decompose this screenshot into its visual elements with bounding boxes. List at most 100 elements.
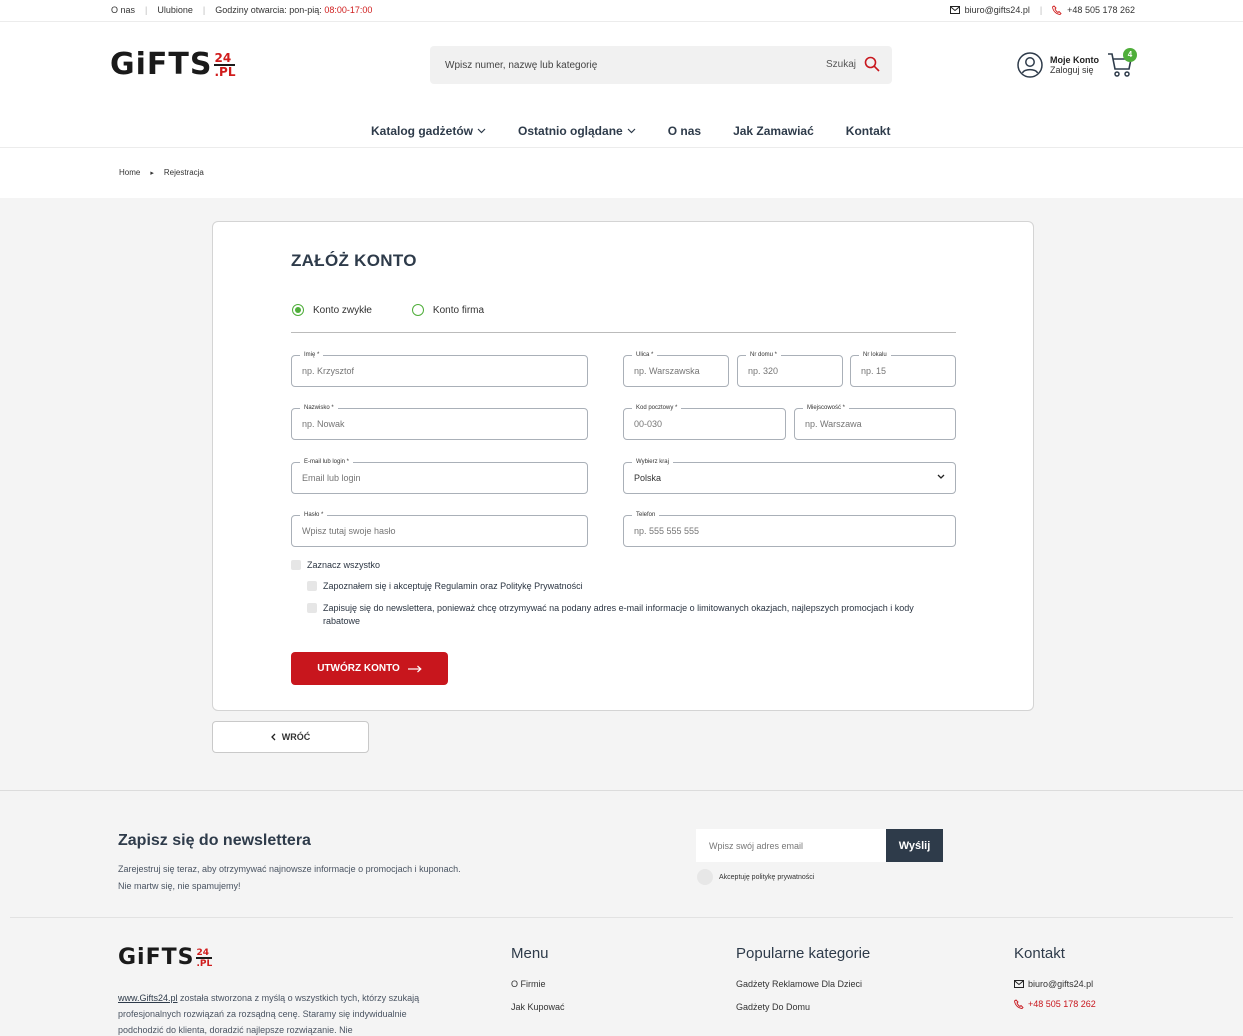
- footer-phone-link[interactable]: +48 505 178 262: [1014, 999, 1096, 1009]
- newsletter-form: Wyślij: [696, 829, 943, 862]
- account-type-selector: Konto zwykłe Konto firma: [292, 304, 524, 316]
- newsletter-checkbox[interactable]: Zapisuję się do newslettera, ponieważ ch…: [307, 602, 927, 628]
- radio-personal-account[interactable]: Konto zwykłe: [292, 304, 372, 316]
- cart-button[interactable]: 4: [1107, 48, 1137, 83]
- password-field: Hasło *: [291, 510, 588, 547]
- footer-contact: Kontakt biuro@gifts24.pl +48 505 178 262: [1014, 945, 1096, 1022]
- nav-item-catalog[interactable]: Katalog gadżetów: [371, 124, 486, 138]
- breadcrumb-home[interactable]: Home: [119, 168, 140, 177]
- newsletter-description: Zarejestruj się teraz, aby otrzymywać na…: [118, 864, 461, 891]
- email-input[interactable]: [302, 463, 553, 493]
- footer-about-link[interactable]: www.Gifts24.pl: [118, 993, 178, 1003]
- first-name-input[interactable]: [302, 356, 553, 386]
- opening-hours-label: Godziny otwarcia: pon-pią:: [215, 5, 322, 15]
- radio-dot: [292, 304, 304, 316]
- checkbox-label: Zapisuję się do newslettera, ponieważ ch…: [323, 603, 914, 626]
- chevron-left-icon: [270, 733, 276, 741]
- user-icon: [1017, 52, 1043, 78]
- site-logo[interactable]: GiFTS 24 .PL: [110, 50, 236, 80]
- page-title: ZAŁÓŻ KONTO: [291, 251, 417, 270]
- nav-item-contact[interactable]: Kontakt: [846, 124, 891, 138]
- back-label: WRÓĆ: [281, 732, 311, 742]
- create-account-button[interactable]: UTWÓRZ KONTO: [291, 652, 448, 685]
- footer-menu-title: Menu: [511, 945, 549, 962]
- main-navigation: Katalog gadżetów Ostatnio oglądane O nas…: [0, 116, 1243, 148]
- top-bar: O nas | Ulubione | Godziny otwarcia: pon…: [0, 0, 1243, 22]
- top-link-favorites[interactable]: Ulubione: [157, 5, 193, 15]
- divider: [10, 917, 1233, 918]
- register-form-card: ZAŁÓŻ KONTO Konto zwykłe Konto firma Imi…: [212, 221, 1034, 711]
- password-input[interactable]: [302, 516, 553, 546]
- account-link[interactable]: Moje Konto Zaloguj się: [1017, 52, 1099, 78]
- check-all-checkbox[interactable]: Zaznacz wszystko: [291, 559, 380, 572]
- chevron-down-icon: [477, 128, 486, 134]
- terms-checkbox[interactable]: Zapoznałem się i akceptuję Regulamin ora…: [307, 580, 583, 593]
- newsletter-title: Zapisz się do newslettera: [118, 832, 311, 849]
- newsletter-send-button[interactable]: Wyślij: [886, 829, 943, 862]
- breadcrumb-current: Rejestracja: [163, 168, 204, 177]
- opening-hours-value: 08:00-17:00: [324, 5, 373, 15]
- checkbox-label: Zapoznałem się i akceptuję Regulamin ora…: [323, 581, 583, 591]
- radio-company-account[interactable]: Konto firma: [411, 304, 484, 316]
- checkbox-box: [291, 560, 301, 570]
- chevron-down-icon: [627, 128, 636, 134]
- last-name-field: Nazwisko *: [291, 403, 588, 440]
- country-select-value: Polska: [634, 473, 662, 483]
- search-bar: Szukaj: [430, 46, 892, 84]
- footer-link[interactable]: O Firmie: [511, 979, 565, 989]
- top-email-link[interactable]: biuro@gifts24.pl: [965, 5, 1030, 15]
- create-account-label: UTWÓRZ KONTO: [317, 663, 400, 674]
- email-field: E-mail lub login *: [291, 457, 588, 494]
- checkbox-box: [307, 603, 317, 613]
- breadcrumb-arrow-icon: ▸: [150, 169, 154, 177]
- search-input[interactable]: [430, 46, 810, 84]
- city-input[interactable]: [805, 409, 941, 439]
- last-name-input[interactable]: [302, 409, 553, 439]
- footer-link[interactable]: Gadżety Do Domu: [736, 1002, 870, 1012]
- street-field: Ulica *: [623, 350, 729, 387]
- postcode-input[interactable]: [634, 409, 771, 439]
- nav-item-about[interactable]: O nas: [668, 124, 701, 138]
- search-button[interactable]: Szukaj: [826, 56, 880, 72]
- footer-email-link[interactable]: biuro@gifts24.pl: [1014, 979, 1096, 989]
- footer-logo[interactable]: GiFTS 24 .PL: [118, 947, 213, 969]
- arrow-right-icon: [407, 665, 422, 672]
- radio-dot: [411, 304, 424, 316]
- first-name-field: Imię *: [291, 350, 588, 387]
- newsletter-email-input[interactable]: [696, 829, 886, 862]
- footer-popular-categories: Popularne kategorie Gadżety Reklamowe Dl…: [736, 945, 870, 1025]
- phone-input[interactable]: [634, 516, 916, 546]
- apartment-input[interactable]: [861, 356, 950, 386]
- footer-link[interactable]: Jak Kupować: [511, 1002, 565, 1012]
- top-link-about[interactable]: O nas: [111, 5, 135, 15]
- phone-icon: [1014, 999, 1024, 1009]
- country-select[interactable]: Wybierz kraj Polska: [623, 457, 956, 494]
- checkbox-circle: [697, 869, 713, 885]
- footer-contact-title: Kontakt: [1014, 945, 1065, 962]
- top-phone-link[interactable]: +48 505 178 262: [1067, 5, 1135, 15]
- mail-icon: [1014, 980, 1024, 988]
- back-button[interactable]: WRÓĆ: [212, 721, 369, 753]
- separator: |: [145, 5, 148, 15]
- cart-count-badge: 4: [1123, 48, 1137, 62]
- separator: |: [1039, 5, 1043, 15]
- postcode-field: Kod pocztowy *: [623, 403, 786, 440]
- chevron-down-icon: [937, 474, 945, 479]
- nav-item-recently-viewed[interactable]: Ostatnio oglądane: [518, 124, 636, 138]
- nav-item-how-to-order[interactable]: Jak Zamawiać: [733, 124, 814, 138]
- house-number-field: Nr domu *: [737, 350, 843, 387]
- divider: [291, 332, 956, 333]
- account-title: Moje Konto: [1050, 55, 1099, 65]
- house-number-input[interactable]: [748, 356, 837, 386]
- checkbox-label: Zaznacz wszystko: [307, 560, 381, 570]
- footer-link[interactable]: Gadżety Reklamowe Dla Dzieci: [736, 979, 870, 989]
- newsletter-consent-checkbox[interactable]: Akceptuję politykę prywatności: [697, 869, 814, 885]
- checkbox-box: [307, 581, 317, 591]
- footer-menu: Menu O Firmie Jak Kupować: [511, 945, 565, 1025]
- footer-popular-title: Popularne kategorie: [736, 945, 871, 962]
- street-input[interactable]: [634, 356, 723, 386]
- search-icon: [864, 56, 880, 72]
- breadcrumb: Home ▸ Rejestracja: [119, 168, 204, 177]
- mail-icon: [949, 6, 960, 14]
- account-login: Zaloguj się: [1050, 65, 1094, 75]
